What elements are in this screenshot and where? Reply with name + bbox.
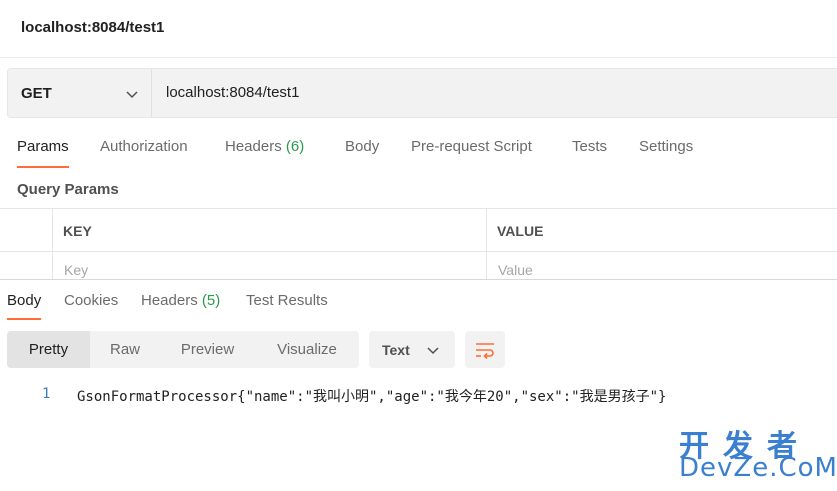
- request-title-bar: localhost:8084/test1: [0, 0, 837, 58]
- response-tab-cookies[interactable]: Cookies: [64, 292, 118, 320]
- divider: [0, 251, 837, 252]
- divider: [52, 209, 53, 281]
- query-params-heading: Query Params: [17, 181, 119, 198]
- tab-authorization[interactable]: Authorization: [100, 138, 188, 168]
- code-line: GsonFormatProcessor{"name":"我叫小明","age":…: [77, 389, 667, 405]
- method-select[interactable]: GET: [8, 69, 152, 117]
- tab-body[interactable]: Body: [345, 138, 379, 168]
- key-column-header: KEY: [63, 223, 92, 239]
- view-visualize-button[interactable]: Visualize: [255, 331, 359, 368]
- tab-params[interactable]: Params: [17, 138, 69, 168]
- chevron-down-icon: [126, 91, 138, 99]
- request-title[interactable]: localhost:8084/test1: [21, 19, 164, 36]
- tab-headers-count: (6): [285, 138, 305, 155]
- tab-pre-request-script[interactable]: Pre-request Script: [411, 138, 532, 168]
- value-column-header: VALUE: [497, 223, 544, 239]
- tab-tests[interactable]: Tests: [572, 138, 607, 168]
- view-mode-group: Pretty Raw Preview Visualize: [7, 331, 359, 368]
- response-tab-test-results[interactable]: Test Results: [246, 292, 328, 320]
- method-label: GET: [21, 85, 52, 102]
- response-tab-headers-label: Headers: [141, 292, 198, 309]
- tab-headers[interactable]: Headers (6): [225, 138, 304, 168]
- chevron-down-icon: [427, 347, 439, 355]
- wrap-lines-icon: [476, 343, 494, 360]
- response-tab-headers-count: (5): [201, 292, 221, 309]
- query-params-table: KEY VALUE Key Value: [0, 208, 837, 281]
- wrap-lines-button[interactable]: [465, 331, 505, 368]
- line-number: 1: [42, 386, 51, 402]
- view-raw-button[interactable]: Raw: [90, 331, 160, 368]
- param-value-input[interactable]: Value: [498, 262, 533, 278]
- request-bar: GET localhost:8084/test1: [7, 68, 837, 118]
- view-pretty-button[interactable]: Pretty: [7, 331, 90, 368]
- postman-window: localhost:8084/test1 GET localhost:8084/…: [0, 0, 837, 491]
- response-body-code: 1 GsonFormatProcessor{"name":"我叫小明","age…: [0, 384, 837, 408]
- tab-settings[interactable]: Settings: [639, 138, 693, 168]
- param-key-input[interactable]: Key: [64, 262, 88, 278]
- view-preview-button[interactable]: Preview: [160, 331, 255, 368]
- url-input[interactable]: localhost:8084/test1: [166, 84, 299, 101]
- format-select[interactable]: Text: [369, 331, 455, 368]
- format-label: Text: [382, 342, 410, 358]
- response-pane: Body Cookies Headers (5) Test Results Pr…: [0, 279, 837, 491]
- tab-headers-label: Headers: [225, 138, 282, 155]
- response-tab-headers[interactable]: Headers (5): [141, 292, 220, 320]
- request-tabs: Params Authorization Headers (6) Body Pr…: [0, 132, 837, 168]
- response-tab-body[interactable]: Body: [7, 292, 42, 320]
- divider: [486, 209, 487, 281]
